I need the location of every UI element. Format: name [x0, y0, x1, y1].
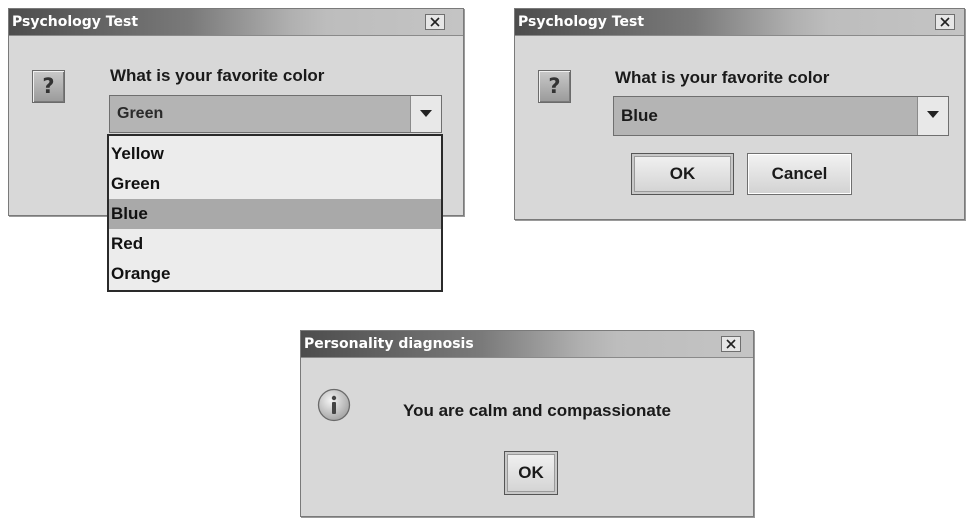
window-title: Psychology Test [518, 14, 645, 30]
psychology-test-dialog-right: Psychology Test ? What is your favorite … [514, 8, 965, 220]
diagnosis-message: You are calm and compassionate [403, 401, 671, 420]
dropdown-option-red[interactable]: Red [109, 229, 441, 259]
question-icon: ? [32, 70, 65, 103]
dropdown-option-blue[interactable]: Blue [109, 199, 441, 229]
cancel-button[interactable]: Cancel [747, 153, 852, 195]
prompt-label: What is your favorite color [110, 66, 325, 85]
color-combo-box[interactable]: Blue [613, 96, 949, 136]
combo-selected-value: Green [117, 105, 164, 122]
title-bar[interactable]: Personality diagnosis [301, 331, 753, 358]
personality-diagnosis-dialog: Personality diagnosis You are calm and c… [300, 330, 754, 517]
prompt-label: What is your favorite color [615, 68, 830, 87]
dropdown-option-green[interactable]: Green [109, 169, 441, 199]
color-combo-box[interactable]: Green [109, 95, 442, 133]
dropdown-option-orange[interactable]: Orange [109, 259, 441, 289]
close-icon [726, 339, 736, 349]
question-icon: ? [538, 70, 571, 103]
close-button[interactable] [425, 14, 445, 30]
ok-button[interactable]: OK [631, 153, 734, 195]
color-dropdown-list: Yellow Green Blue Red Orange [107, 134, 443, 292]
combo-selected-value: Blue [621, 106, 658, 125]
close-icon [940, 17, 950, 27]
title-bar[interactable]: Psychology Test [515, 9, 964, 36]
close-button[interactable] [721, 336, 741, 352]
dialog-content: You are calm and compassionate OK [301, 358, 753, 516]
dialog-content: ? What is your favorite color Blue OK Ca… [515, 36, 964, 219]
title-bar[interactable]: Psychology Test [9, 9, 463, 36]
combo-arrow-button[interactable] [410, 96, 441, 132]
window-title: Personality diagnosis [304, 336, 474, 352]
close-button[interactable] [935, 14, 955, 30]
chevron-down-icon [420, 110, 432, 117]
chevron-down-icon [927, 111, 939, 118]
window-title: Psychology Test [12, 14, 139, 30]
close-icon [430, 17, 440, 27]
combo-arrow-button[interactable] [917, 97, 948, 135]
dropdown-option-yellow[interactable]: Yellow [109, 139, 441, 169]
ok-button[interactable]: OK [504, 451, 558, 495]
info-icon [317, 388, 351, 422]
